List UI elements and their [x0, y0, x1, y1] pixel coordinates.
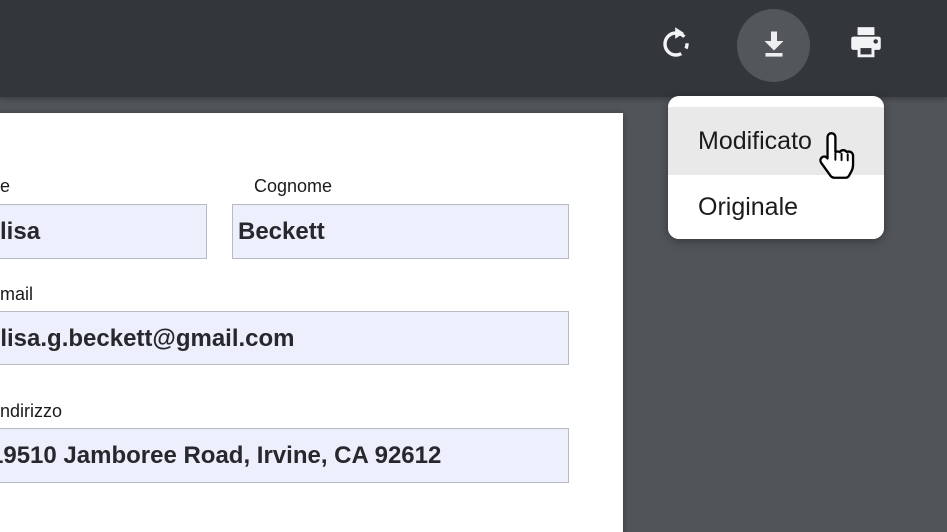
print-icon — [847, 24, 885, 65]
email-field-value: elisa.g.beckett@gmail.com — [0, 324, 295, 354]
field-label-indirizzo: Indirizzo — [0, 400, 62, 422]
menu-item-modificato-label: Modificato — [698, 127, 812, 156]
document-page: Nome Elisa Cognome Beckett Email elisa.g… — [0, 113, 623, 532]
print-button[interactable] — [842, 20, 890, 68]
field-label-nome: Nome — [0, 175, 10, 197]
menu-item-originale-label: Originale — [698, 193, 798, 222]
menu-item-modificato[interactable]: Modificato — [668, 107, 884, 175]
cognome-field-value: Beckett — [238, 217, 325, 247]
field-label-email: Email — [0, 283, 33, 305]
download-button[interactable] — [737, 9, 810, 82]
download-options-menu: Modificato Originale — [668, 96, 884, 239]
menu-item-originale[interactable]: Originale — [668, 175, 884, 239]
pdf-toolbar — [0, 0, 947, 97]
indirizzo-field-value: 19510 Jamboree Road, Irvine, CA 92612 — [0, 441, 441, 471]
field-label-cognome: Cognome — [254, 175, 332, 197]
rotate-clockwise-icon — [658, 26, 694, 65]
download-icon — [756, 26, 792, 65]
rotate-button[interactable] — [652, 21, 700, 69]
pdf-viewer-window: Nome Elisa Cognome Beckett Email elisa.g… — [0, 0, 947, 532]
nome-field-value: Elisa — [0, 217, 40, 247]
